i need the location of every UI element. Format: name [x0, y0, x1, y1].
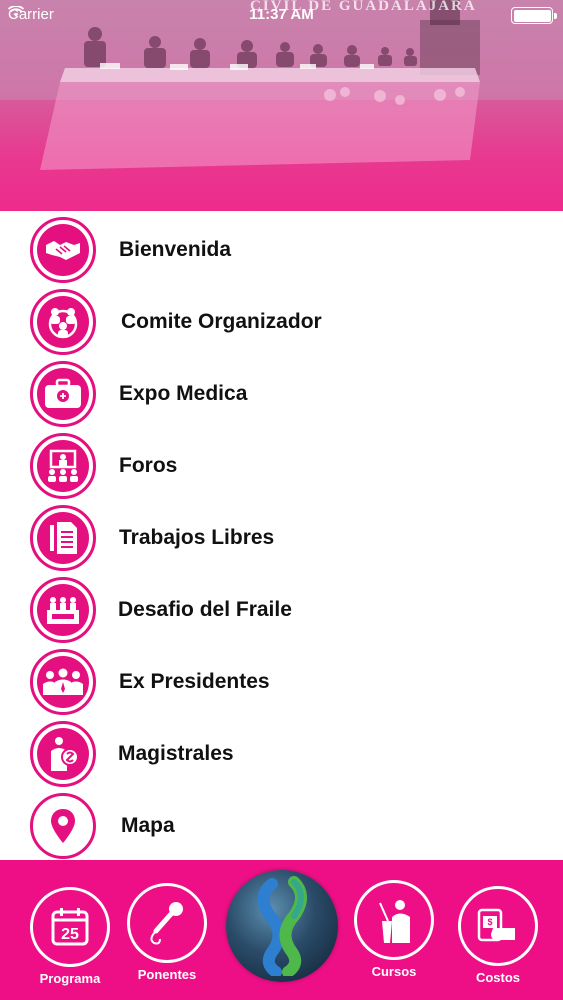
menu-label-desafio-del-fraile: Desafio del Fraile [118, 598, 292, 621]
tab-programa[interactable]: 25 Programa [30, 887, 110, 986]
menu-label-bienvenida: Bienvenida [119, 238, 232, 261]
menu-label-mapa: Mapa [121, 814, 175, 837]
tab-cursos[interactable]: Cursos [354, 880, 434, 979]
document-icon [30, 505, 96, 571]
menu-label-magistrales: Magistrales [118, 742, 234, 765]
svg-text:$: $ [487, 917, 492, 927]
lectern-speaker-icon [354, 880, 434, 960]
tab-label-cursos: Cursos [371, 964, 417, 979]
presentation-screen-icon [30, 433, 96, 499]
menu-label-expo-medica: Expo Medica [119, 382, 248, 405]
menu-item-magistrales[interactable]: Magistrales [0, 718, 563, 790]
status-bar: Carrier 11:37 AM [0, 0, 563, 30]
menu-item-mapa[interactable]: Mapa [0, 790, 563, 862]
tab-label-ponentes: Ponentes [137, 967, 197, 982]
tab-ponentes[interactable]: Ponentes [127, 883, 207, 982]
tab-label-programa: Programa [39, 971, 101, 986]
people-group-icon [30, 289, 96, 355]
menu-label-foros: Foros [119, 454, 178, 477]
calendar-date: 25 [61, 926, 79, 943]
congress-logo[interactable] [226, 870, 338, 982]
menu-label-trabajos-libres: Trabajos Libres [119, 526, 275, 549]
status-time: 11:37 AM [249, 6, 314, 23]
menu-label-comite-organizador: Comite Organizador [121, 310, 322, 333]
menu-item-trabajos-libres[interactable]: Trabajos Libres [0, 502, 563, 574]
menu-item-foros[interactable]: Foros [0, 430, 563, 502]
tab-label-costos: Costos [475, 970, 521, 985]
conference-photo [0, 0, 563, 170]
tab-costos[interactable]: $ Costos [458, 886, 538, 985]
calendar-icon: 25 [30, 887, 110, 967]
map-pin-icon [30, 793, 96, 859]
medical-briefcase-icon [30, 361, 96, 427]
lecturer-icon [30, 721, 96, 787]
microphone-icon [127, 883, 207, 963]
quiz-panel-icon [30, 577, 96, 643]
menu-item-expo-medica[interactable]: Expo Medica [0, 358, 563, 430]
header-banner: CIVIL DE GUADALAJARA Carrier 11:37 AM [0, 0, 563, 211]
menu-item-desafio-del-fraile[interactable]: Desafio del Fraile [0, 574, 563, 646]
menu-item-bienvenida[interactable]: Bienvenida [0, 214, 563, 286]
menu-item-ex-presidentes[interactable]: Ex Presidentes [0, 646, 563, 718]
presidents-icon [30, 649, 96, 715]
handshake-icon [30, 217, 96, 283]
menu-label-ex-presidentes: Ex Presidentes [119, 670, 270, 693]
battery-icon [511, 7, 557, 24]
payment-card-icon: $ [458, 886, 538, 966]
menu-item-comite-organizador[interactable]: Comite Organizador [0, 286, 563, 358]
